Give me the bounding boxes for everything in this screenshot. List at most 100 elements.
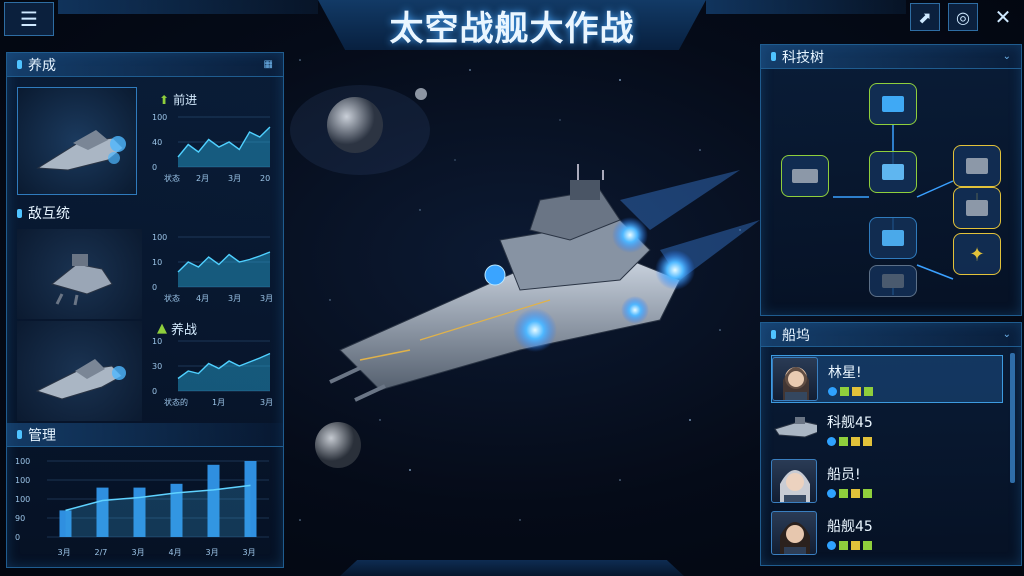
chart-section3: 10 30 0 状态的 1月 3月	[152, 337, 272, 407]
rank-icons	[827, 489, 872, 498]
close-button[interactable]: ✕	[988, 3, 1018, 31]
crew-item[interactable]: 林星!	[771, 355, 1003, 403]
bottom-deco	[340, 560, 684, 576]
crew-scrollbar[interactable]	[1010, 353, 1015, 483]
module-icon	[882, 164, 904, 180]
avatar	[771, 407, 817, 451]
hamburger-icon: ☰	[20, 7, 38, 31]
ship-card-2[interactable]	[17, 229, 142, 319]
rank-icons	[827, 541, 873, 550]
ship-card-3[interactable]	[17, 321, 142, 421]
y-tick-label: 0	[152, 163, 157, 172]
tech-node-core[interactable]	[869, 83, 917, 125]
bullet-icon	[17, 208, 22, 218]
avatar	[772, 357, 818, 401]
energy-core-icon: ✦	[969, 243, 985, 265]
crew-item[interactable]: 船舰45	[771, 509, 1003, 557]
bullet-icon	[17, 430, 22, 439]
tech-node-right-2[interactable]	[953, 187, 1001, 229]
crew-header: 船坞 ⌄	[761, 323, 1021, 347]
turret-icon	[966, 200, 988, 216]
module-icon	[882, 96, 904, 112]
chart-section1: 100 40 0 状态 2月 3月 20	[152, 113, 271, 183]
x-tick-label: 20	[260, 174, 270, 183]
collapse-icon[interactable]: ⌄	[1003, 329, 1011, 340]
x-tick-label: 4月	[196, 294, 209, 303]
crew-name: 林星!	[828, 365, 862, 381]
top-deco-right	[706, 0, 906, 14]
close-icon: ✕	[994, 5, 1012, 29]
x-tick-label: 4月	[169, 548, 182, 557]
x-tick-label: 3月	[243, 548, 256, 557]
rank-icons	[828, 387, 873, 396]
cannon-icon	[792, 169, 818, 183]
battleship-main[interactable]	[320, 160, 760, 420]
tech-node-right-3[interactable]: ✦	[953, 233, 1001, 275]
arrow-up-icon: ▲	[157, 321, 167, 336]
ship-thumb-icon	[36, 130, 126, 171]
x-tick-label: 3月	[58, 548, 71, 557]
title-bar: 太空战舰大作战	[318, 0, 706, 50]
support-icon: ◎	[956, 7, 970, 27]
tech-node-left[interactable]	[781, 155, 829, 197]
crew-item[interactable]: 科舰45	[771, 405, 1003, 453]
bullet-icon	[17, 60, 22, 69]
crew-item[interactable]: 船员!	[771, 457, 1003, 505]
tech-header: 科技树 ⌄	[761, 45, 1021, 69]
locked-module-icon	[882, 274, 904, 288]
crew-panel: 船坞 ⌄ 林星! 科舰45 船员! 船舰45	[760, 322, 1022, 566]
section-title: 养成	[28, 57, 56, 74]
x-tick-label: 3月	[206, 548, 219, 557]
top-deco-left	[58, 0, 318, 14]
y-tick-label: 0	[152, 283, 157, 292]
section-title: 敌互统	[28, 206, 70, 222]
tech-tree-panel: 科技树 ⌄ ✦	[760, 44, 1022, 316]
chart-section4: 100 100 100 90 0 3月 2/7 3月 4月 3月 3月	[15, 457, 269, 557]
x-tick-label: 2月	[196, 174, 209, 183]
y-tick-label: 10	[152, 337, 162, 346]
section1-label: ⬆ 前进	[159, 91, 197, 108]
moon-small	[415, 88, 427, 100]
tech-node-lower[interactable]	[869, 217, 917, 259]
y-tick-label: 100	[15, 495, 30, 504]
bullet-icon	[771, 330, 776, 339]
moon-bottom	[315, 422, 361, 468]
x-tick-label: 3月	[132, 548, 145, 557]
x-tick-label: 3月	[228, 294, 241, 303]
trend-area	[65, 485, 251, 537]
y-tick-label: 90	[15, 514, 25, 523]
bullet-icon	[771, 52, 776, 61]
module-icon	[882, 230, 904, 246]
chart-section2: 100100状态 4月 3月 3月	[152, 233, 272, 303]
y-tick-label: 100	[15, 457, 30, 466]
crew-name: 科舰45	[827, 415, 873, 431]
x-tick-label: 3月	[260, 294, 272, 303]
ship-card-1[interactable]	[17, 87, 137, 195]
menu-button[interactable]: ☰	[4, 2, 54, 36]
x-tick-label: 状态的	[164, 397, 188, 407]
support-button[interactable]: ◎	[948, 3, 978, 31]
left-panel: 养成 ▦ ⬆ 前进 100 40 0 状态 2月 3月 20 敌互统 100 10 0 状态 4月 3…	[6, 52, 284, 568]
section1-label-text: 前进	[173, 93, 198, 107]
crew-name: 船舰45	[827, 519, 873, 535]
x-tick-label: 状态	[164, 173, 180, 183]
ship-thumb-icon	[50, 254, 113, 306]
y-tick-label: 0	[152, 387, 157, 396]
x-tick-label: 2/7	[95, 548, 108, 557]
tech-node-locked[interactable]	[869, 265, 917, 297]
x-tick-label: 3月	[228, 174, 241, 183]
grid-icon[interactable]: ▦	[264, 59, 273, 70]
tech-node-right-1[interactable]	[953, 145, 1001, 187]
section-header-1: 养成 ▦	[7, 53, 283, 77]
tech-node-center[interactable]	[869, 151, 917, 193]
upgrade-button[interactable]: ⬈	[910, 3, 940, 31]
moon-large	[327, 97, 383, 153]
y-tick-label: 30	[152, 362, 162, 371]
arrow-up-icon: ⬆	[159, 92, 170, 107]
y-tick-label: 100	[152, 233, 167, 242]
y-tick-label: 40	[152, 138, 162, 147]
collapse-icon[interactable]: ⌄	[1003, 51, 1011, 62]
x-tick-label: 1月	[212, 398, 225, 407]
rank-icons	[827, 437, 873, 446]
y-tick-label: 100	[152, 113, 167, 122]
